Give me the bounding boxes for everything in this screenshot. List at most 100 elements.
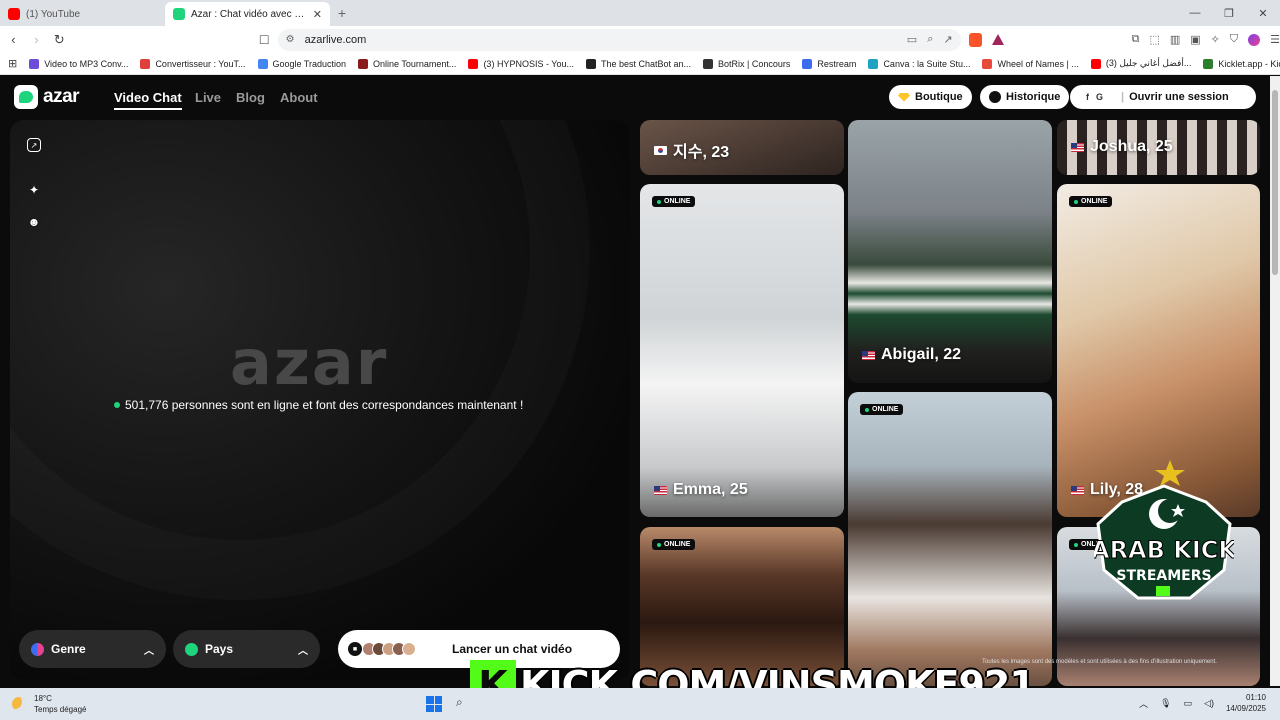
tab-azar[interactable]: Azar : Chat vidéo avec de nouve ✕ — [165, 2, 330, 26]
zoom-icon[interactable]: ⌕ — [927, 33, 933, 46]
profile-name: Abigail, 22 — [862, 346, 961, 364]
nav-live[interactable]: Live — [195, 90, 221, 105]
country-filter[interactable]: Pays ︿ — [173, 630, 320, 668]
history-button[interactable]: Historique — [980, 85, 1070, 109]
new-tab-button[interactable]: + — [330, 2, 354, 26]
bookmark-label: Google Traduction — [272, 58, 347, 69]
site-info-icon[interactable]: ⚙ — [286, 34, 295, 45]
bookmark-favicon-icon — [257, 58, 268, 69]
bookmark-item[interactable]: Kicklet.app - Kick C... — [1203, 58, 1280, 69]
vpn-icon[interactable]: ⛉ — [1230, 33, 1238, 46]
effects-icon[interactable]: ✦ — [24, 180, 44, 200]
sticker-icon[interactable]: ☻ — [24, 212, 44, 232]
microphone-icon[interactable]: 🎙 — [1160, 698, 1171, 709]
emblem-subtitle: STREAMERS — [1116, 568, 1211, 584]
bookmark-label: (3) HYPNOSIS - You... — [483, 58, 574, 69]
fullscreen-icon[interactable]: ↗ — [27, 138, 41, 152]
video-stage: ↗ ✦ ☻ azar 501,776 personnes sont en lig… — [10, 120, 630, 680]
scrollbar-thumb[interactable] — [1272, 90, 1278, 275]
bookmark-label: Convertisseur : YouT... — [155, 58, 246, 69]
camera-icon: ■ — [348, 642, 362, 656]
cast-icon[interactable]: ▭ — [907, 33, 917, 46]
azar-logo[interactable]: azar — [14, 85, 80, 109]
bookmark-label: Video to MP3 Conv... — [44, 58, 129, 69]
menu-icon[interactable]: ☰ — [1270, 33, 1280, 46]
bookmark-item[interactable]: (3) أفضل أغاني جليل... — [1090, 58, 1192, 69]
brave-shield-icon[interactable] — [968, 32, 982, 47]
apps-icon[interactable]: ⊞ — [8, 57, 17, 70]
bookmark-favicon-icon — [1203, 58, 1214, 69]
forward-icon[interactable]: › — [27, 32, 46, 47]
profile-card-jisu[interactable]: 지수, 23 — [640, 120, 844, 175]
nav-blog[interactable]: Blog — [236, 90, 265, 105]
page-scrollbar[interactable] — [1270, 76, 1280, 686]
google-icon: G — [1096, 92, 1104, 102]
azar-watermark: azar — [230, 326, 389, 399]
bookmark-item[interactable]: (3) HYPNOSIS - You... — [468, 58, 574, 69]
weather-text: Temps dégagé — [34, 705, 87, 714]
separator: | — [1121, 91, 1125, 103]
bookmark-item[interactable]: BotRix | Concours — [703, 58, 790, 69]
tab-youtube[interactable]: (1) YouTube — [0, 2, 165, 26]
reload-icon[interactable]: ↻ — [50, 32, 69, 48]
profile-name-text: Abigail, 22 — [881, 346, 962, 363]
moon-icon — [12, 697, 26, 711]
profile-card-abigail[interactable]: Abigail, 22 — [848, 120, 1052, 383]
volume-icon[interactable]: ◁) — [1204, 698, 1214, 709]
nav-about[interactable]: About — [280, 90, 318, 105]
minimize-icon[interactable]: — — [1178, 7, 1212, 19]
online-badge: ONLINE — [652, 196, 696, 207]
windows-start-icon[interactable] — [426, 696, 442, 712]
bookmark-label: Wheel of Names | ... — [997, 58, 1079, 69]
bookmark-item[interactable]: Google Traduction — [257, 58, 347, 69]
nav-video-chat[interactable]: Video Chat — [114, 90, 182, 110]
tab-title: Azar : Chat vidéo avec de nouve — [191, 8, 307, 20]
bookmark-item[interactable]: Video to MP3 Conv... — [29, 58, 129, 69]
network-icon[interactable]: ▭ — [1184, 698, 1193, 709]
url-field[interactable]: ⚙ azarlive.com ▭ ⌕ ↗ — [277, 28, 961, 51]
profile-name: Joshua, 25 — [1071, 138, 1173, 156]
downloads-icon[interactable]: ⬚ — [1149, 33, 1159, 46]
bookmark-item[interactable]: Online Tournament... — [358, 58, 456, 69]
gender-label: Genre — [51, 642, 86, 656]
bookmark-favicon-icon — [140, 58, 151, 69]
online-count: 501,776 personnes sont en ligne et font … — [114, 398, 523, 412]
bookmark-item[interactable]: Wheel of Names | ... — [982, 58, 1079, 69]
azar-favicon-icon — [173, 8, 185, 20]
online-badge: ONLINE — [1069, 196, 1113, 207]
clock[interactable]: 01:10 14/09/2025 — [1226, 692, 1266, 714]
bookmark-favicon-icon — [802, 58, 813, 69]
search-icon[interactable]: ⌕ — [456, 695, 463, 710]
country-label: Pays — [205, 642, 234, 656]
profile-card-emma[interactable]: ONLINE Emma, 25 — [640, 184, 844, 517]
bookmark-item[interactable]: The best ChatBot an... — [585, 58, 691, 69]
weather-widget[interactable]: 18°C Temps dégagé — [12, 693, 86, 715]
share-icon[interactable]: ↗ — [943, 33, 952, 46]
profile-card-joshua[interactable]: Joshua, 25 — [1057, 120, 1260, 175]
rewards-icon[interactable] — [991, 34, 1004, 45]
sidebar-icon[interactable]: ▥ — [1170, 33, 1180, 46]
back-icon[interactable]: ‹ — [4, 32, 23, 47]
gender-filter[interactable]: Genre ︿ — [19, 630, 166, 668]
close-tab-icon[interactable]: ✕ — [313, 8, 322, 21]
bookmark-item[interactable]: Canva : la Suite Stu... — [868, 58, 970, 69]
wallet-icon[interactable]: ▣ — [1190, 33, 1200, 46]
leo-icon[interactable]: ✧ — [1211, 33, 1220, 46]
profile-icon[interactable] — [1248, 33, 1261, 46]
chevron-up-icon[interactable]: ︿ — [1139, 697, 1148, 710]
youtube-icon — [8, 8, 20, 20]
extensions-icon[interactable]: ⧉ — [1132, 33, 1140, 46]
bookmark-item[interactable]: Convertisseur : YouT... — [140, 58, 246, 69]
close-window-icon[interactable]: ✕ — [1246, 7, 1280, 20]
bookmark-icon[interactable]: ☐ — [259, 33, 270, 47]
bookmark-label: (3) أفضل أغاني جليل... — [1105, 58, 1192, 68]
start-label: Lancer un chat vidéo — [452, 642, 573, 656]
shop-button[interactable]: Boutique — [889, 85, 972, 109]
profile-card-4[interactable]: ONLINE — [848, 392, 1052, 686]
maximize-icon[interactable]: ❐ — [1212, 7, 1246, 20]
site-header: azar Video Chat Live Blog About Boutique… — [0, 76, 1270, 120]
login-button[interactable]: f G | Ouvrir une session — [1070, 85, 1256, 109]
bookmark-item[interactable]: Restream — [802, 58, 856, 69]
arab-kick-streamers-emblem: ARAB KICK STREAMERS — [1094, 460, 1234, 600]
usa-flag-icon — [654, 485, 667, 495]
